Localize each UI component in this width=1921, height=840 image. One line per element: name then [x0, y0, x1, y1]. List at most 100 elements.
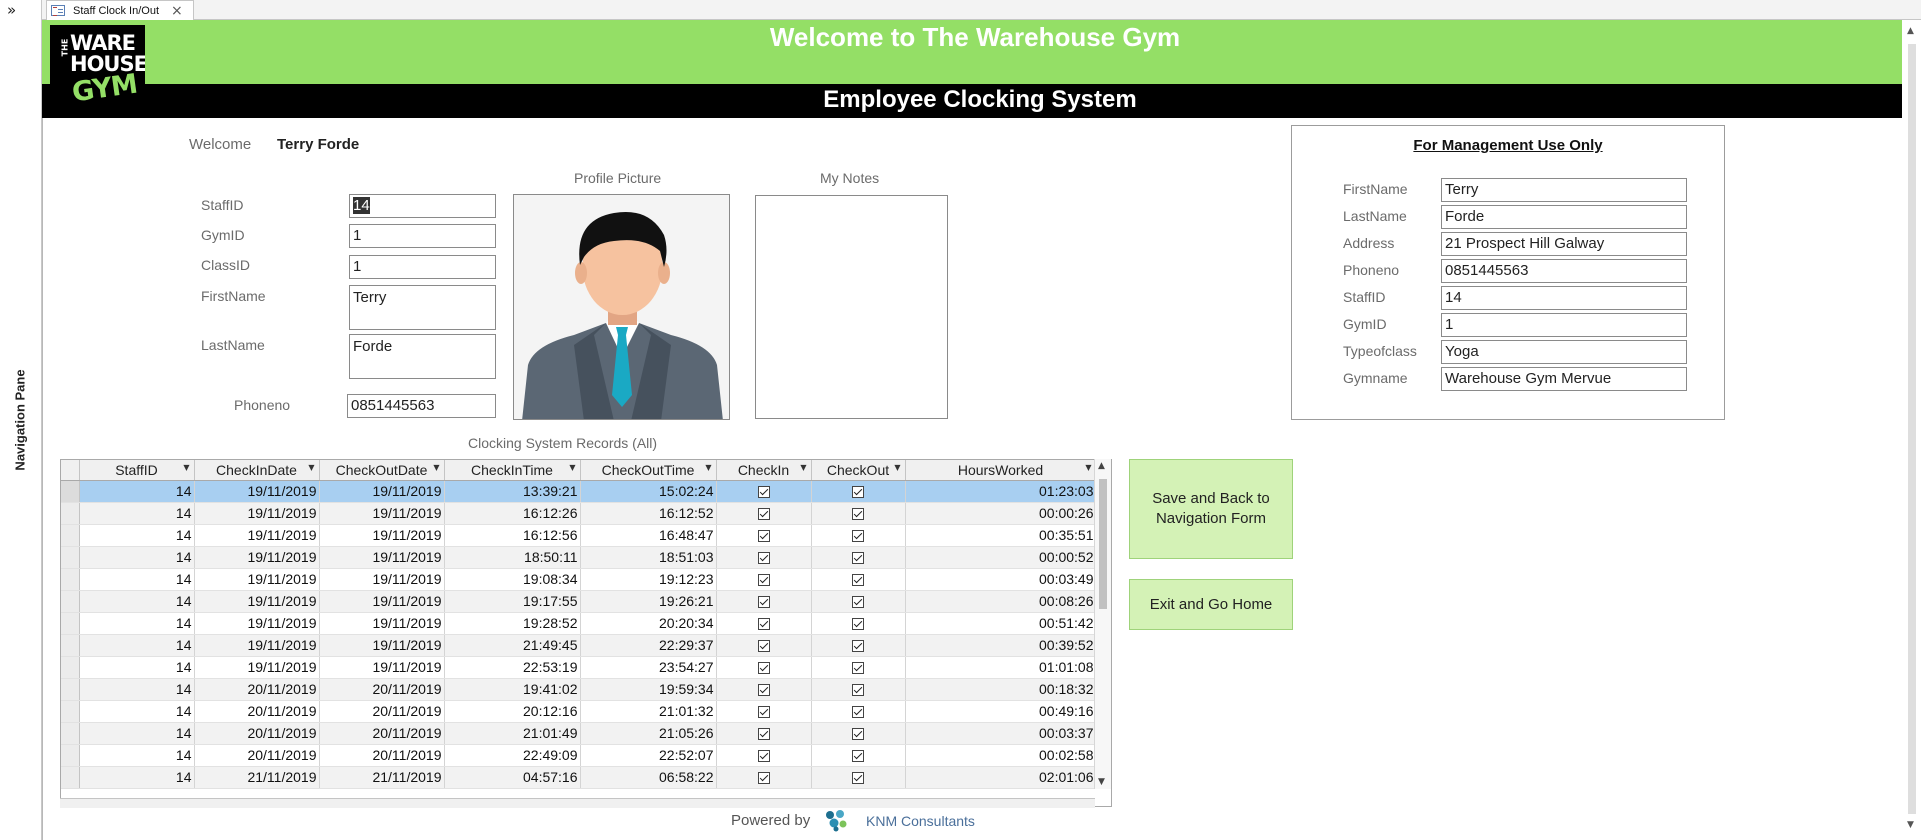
- checkbox-checked-icon[interactable]: [757, 530, 770, 543]
- sort-dropdown-icon[interactable]: ▼: [800, 463, 806, 472]
- table-cell[interactable]: 19:28:52: [444, 612, 581, 635]
- table-cell[interactable]: 19:12:23: [580, 568, 717, 591]
- mgmt-firstname-field[interactable]: Terry: [1441, 178, 1687, 202]
- table-cell[interactable]: 19:41:02: [444, 678, 581, 701]
- row-selector[interactable]: [61, 634, 80, 657]
- table-cell[interactable]: 19/11/2019: [319, 656, 445, 679]
- checkbox-checked-icon[interactable]: [852, 596, 864, 609]
- checkbox-checked-icon[interactable]: [757, 662, 770, 675]
- column-header[interactable]: CheckInDate ▼: [194, 460, 320, 481]
- clocking-records-datasheet[interactable]: StaffID ▼ CheckInDate ▼ CheckOutDate ▼ Chec…: [60, 459, 1112, 807]
- checkin-checkbox-cell[interactable]: [716, 700, 812, 723]
- close-tab-icon[interactable]: ×: [171, 3, 183, 19]
- mgmt-lastname-field[interactable]: Forde: [1441, 205, 1687, 229]
- table-cell[interactable]: 23:54:27: [580, 656, 717, 679]
- table-cell[interactable]: 20/11/2019: [194, 678, 320, 701]
- table-row[interactable]: 14 19/11/2019 19/11/2019 19:28:52 20:20:34 00…: [61, 612, 1097, 635]
- table-cell[interactable]: 19/11/2019: [194, 524, 320, 547]
- phoneno-field[interactable]: 0851445563: [347, 394, 496, 418]
- exit-home-button[interactable]: Exit and Go Home: [1129, 579, 1293, 630]
- checkin-checkbox-cell[interactable]: [716, 568, 812, 591]
- row-selector[interactable]: [61, 766, 80, 789]
- scroll-track[interactable]: [1908, 44, 1916, 814]
- table-cell[interactable]: 00:51:42: [905, 612, 1097, 635]
- table-cell[interactable]: 14: [79, 678, 195, 701]
- table-row[interactable]: 14 20/11/2019 20/11/2019 19:41:02 19:59:34 00…: [61, 678, 1097, 701]
- table-cell[interactable]: 14: [79, 590, 195, 613]
- checkbox-checked-icon[interactable]: [852, 530, 864, 543]
- table-cell[interactable]: 14: [79, 524, 195, 547]
- table-cell[interactable]: 21:05:26: [580, 722, 717, 745]
- navigation-pane-label[interactable]: Navigation Pane: [13, 369, 28, 470]
- table-cell[interactable]: 20/11/2019: [194, 722, 320, 745]
- classid-field[interactable]: 1: [349, 255, 496, 279]
- table-cell[interactable]: 20/11/2019: [194, 744, 320, 767]
- table-cell[interactable]: 00:02:58: [905, 744, 1097, 767]
- navigation-pane[interactable]: » Navigation Pane: [0, 0, 42, 840]
- column-header[interactable]: StaffID ▼: [79, 460, 195, 481]
- table-cell[interactable]: 18:51:03: [580, 546, 717, 569]
- table-cell[interactable]: 19/11/2019: [319, 634, 445, 657]
- table-cell[interactable]: 13:39:21: [444, 480, 581, 503]
- table-cell[interactable]: 19/11/2019: [194, 568, 320, 591]
- table-cell[interactable]: 16:48:47: [580, 524, 717, 547]
- table-cell[interactable]: 19/11/2019: [319, 546, 445, 569]
- checkin-checkbox-cell[interactable]: [716, 546, 812, 569]
- checkbox-checked-icon[interactable]: [757, 772, 770, 785]
- table-cell[interactable]: 04:57:16: [444, 766, 581, 789]
- checkbox-checked-icon[interactable]: [757, 618, 770, 631]
- table-cell[interactable]: 19/11/2019: [319, 502, 445, 525]
- row-selector[interactable]: [61, 524, 80, 547]
- row-selector[interactable]: [61, 590, 80, 613]
- scroll-down-icon[interactable]: ▼: [1098, 777, 1105, 787]
- table-cell[interactable]: 22:49:09: [444, 744, 581, 767]
- checkbox-checked-icon[interactable]: [852, 706, 864, 719]
- table-cell[interactable]: 14: [79, 634, 195, 657]
- table-cell[interactable]: 19/11/2019: [194, 612, 320, 635]
- sort-dropdown-icon[interactable]: ▼: [1085, 463, 1091, 472]
- scroll-up-icon[interactable]: ▲: [1098, 461, 1105, 471]
- checkbox-checked-icon[interactable]: [852, 750, 864, 763]
- table-cell[interactable]: 14: [79, 612, 195, 635]
- table-cell[interactable]: 19:59:34: [580, 678, 717, 701]
- table-cell[interactable]: 21/11/2019: [194, 766, 320, 789]
- table-cell[interactable]: 20/11/2019: [319, 700, 445, 723]
- table-cell[interactable]: 19/11/2019: [319, 524, 445, 547]
- checkbox-checked-icon[interactable]: [757, 596, 770, 609]
- checkin-checkbox-cell[interactable]: [716, 524, 812, 547]
- checkout-checkbox-cell[interactable]: [811, 744, 906, 767]
- form-scrollbar[interactable]: ▲ ▼: [1904, 20, 1921, 840]
- table-cell[interactable]: 19:17:55: [444, 590, 581, 613]
- gymid-field[interactable]: 1: [349, 224, 496, 248]
- table-row[interactable]: 14 19/11/2019 19/11/2019 13:39:21 15:02:24 01…: [61, 480, 1097, 503]
- datasheet-scrollbar[interactable]: ▲ ▼: [1094, 459, 1111, 789]
- checkin-checkbox-cell[interactable]: [716, 678, 812, 701]
- table-cell[interactable]: 19/11/2019: [194, 634, 320, 657]
- checkbox-checked-icon[interactable]: [757, 508, 770, 521]
- table-cell[interactable]: 19/11/2019: [194, 480, 320, 503]
- table-row[interactable]: 14 20/11/2019 20/11/2019 20:12:16 21:01:32 00…: [61, 700, 1097, 723]
- sort-dropdown-icon[interactable]: ▼: [308, 463, 314, 472]
- row-selector[interactable]: [61, 678, 80, 701]
- mgmt-typeofclass-field[interactable]: Yoga: [1441, 340, 1687, 364]
- checkout-checkbox-cell[interactable]: [811, 480, 906, 503]
- table-cell[interactable]: 01:01:08: [905, 656, 1097, 679]
- table-cell[interactable]: 01:23:03: [905, 480, 1097, 503]
- table-row[interactable]: 14 19/11/2019 19/11/2019 21:49:45 22:29:37 00…: [61, 634, 1097, 657]
- table-row[interactable]: 14 19/11/2019 19/11/2019 18:50:11 18:51:03 00…: [61, 546, 1097, 569]
- scroll-thumb[interactable]: [1099, 479, 1107, 609]
- checkbox-checked-icon[interactable]: [757, 574, 770, 587]
- checkout-checkbox-cell[interactable]: [811, 678, 906, 701]
- column-header[interactable]: CheckOutDate ▼: [319, 460, 445, 481]
- row-selector[interactable]: [61, 502, 80, 525]
- row-selector[interactable]: [61, 700, 80, 723]
- checkbox-checked-icon[interactable]: [757, 706, 770, 719]
- checkout-checkbox-cell[interactable]: [811, 634, 906, 657]
- my-notes-field[interactable]: [755, 195, 948, 419]
- table-cell[interactable]: 20/11/2019: [194, 700, 320, 723]
- sort-dropdown-icon[interactable]: ▼: [433, 463, 439, 472]
- checkout-checkbox-cell[interactable]: [811, 502, 906, 525]
- table-row[interactable]: 14 21/11/2019 21/11/2019 04:57:16 06:58:22 02…: [61, 766, 1097, 789]
- checkin-checkbox-cell[interactable]: [716, 502, 812, 525]
- checkout-checkbox-cell[interactable]: [811, 524, 906, 547]
